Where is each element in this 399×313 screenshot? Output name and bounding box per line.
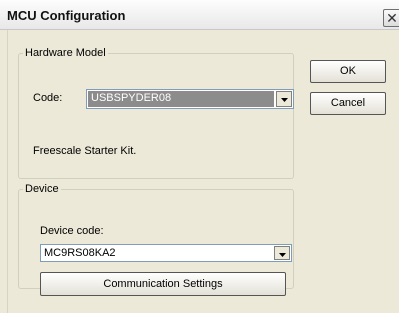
window-frame-left [0,30,8,313]
cancel-button[interactable]: Cancel [310,92,386,115]
close-button[interactable]: ✕ [383,9,399,27]
device-code-value: MC9RS08KA2 [44,247,116,259]
code-dropdown-value: USBSPYDER08 [91,92,172,104]
chevron-down-icon [279,253,286,257]
code-label: Code: [33,92,63,104]
hardware-model-group: Hardware Model Code: USBSPYDER08 Freesca… [18,47,294,179]
chevron-down-icon [281,98,288,102]
window-title: MCU Configuration [7,8,126,23]
device-group: Device Device code: MC9RS08KA2 Communica… [18,183,294,296]
hardware-description: Freescale Starter Kit. [33,145,137,157]
code-dropdown[interactable]: USBSPYDER08 [86,89,294,109]
close-icon: ✕ [386,10,398,26]
ok-button[interactable]: OK [310,60,386,83]
device-code-dropdown-arrow[interactable] [274,246,290,260]
communication-settings-button[interactable]: Communication Settings [40,272,286,296]
device-legend: Device [25,183,59,195]
code-dropdown-arrow[interactable] [276,91,292,107]
device-code-dropdown[interactable]: MC9RS08KA2 [40,244,292,262]
hardware-model-legend: Hardware Model [25,47,106,59]
device-code-label: Device code: [40,225,104,237]
title-bar: MCU Configuration ✕ [0,0,399,30]
